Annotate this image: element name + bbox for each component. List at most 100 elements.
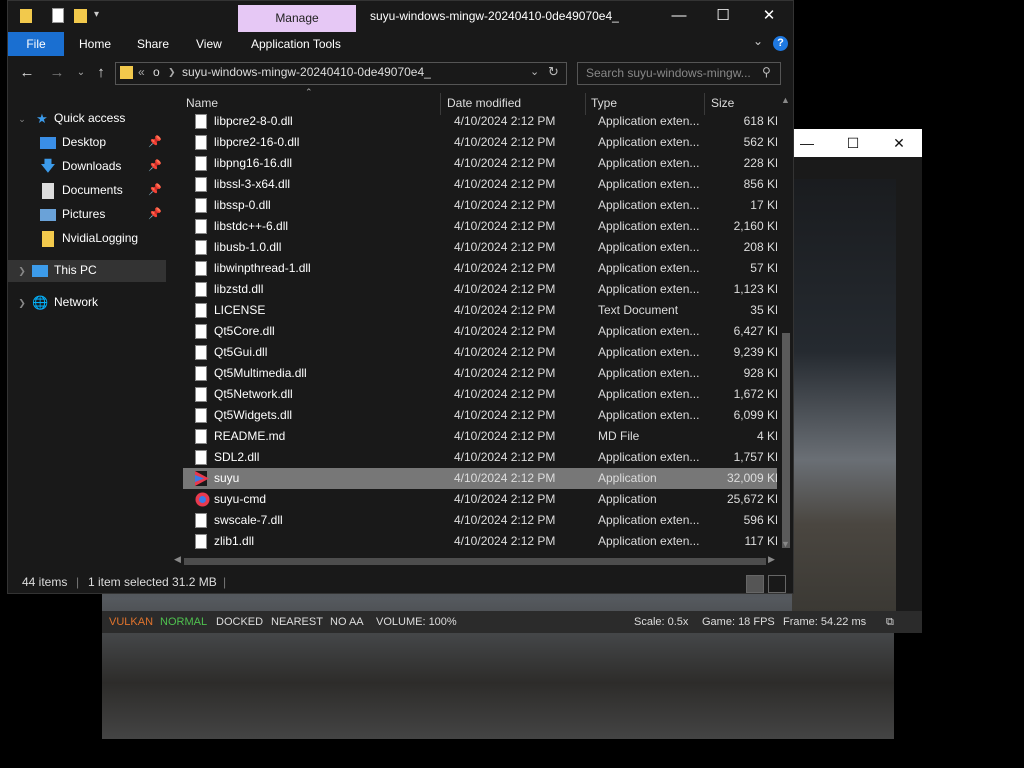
nav-desktop[interactable]: Desktop 📌 <box>8 132 166 154</box>
table-row[interactable]: SDL2.dll 4/10/2024 2:12 PM Application ext… <box>183 447 777 468</box>
column-date-modified[interactable]: Date modified <box>447 96 521 110</box>
scroll-up-icon[interactable]: ▲ <box>781 95 790 105</box>
forward-icon[interactable]: → <box>46 62 68 84</box>
cell-type: Text Document <box>598 303 679 317</box>
scrollbar-thumb[interactable] <box>184 558 766 565</box>
table-row[interactable]: libpng16-16.dll 4/10/2024 2:12 PM Applicat… <box>183 153 777 174</box>
refresh-icon[interactable]: ↻ <box>548 64 559 80</box>
game-render-visible-area[interactable] <box>792 179 896 611</box>
table-row[interactable]: libstdc++-6.dll 4/10/2024 2:12 PM Applicat… <box>183 216 777 237</box>
address-overflow[interactable]: « <box>138 65 145 79</box>
scroll-right-icon[interactable]: ▶ <box>768 554 775 565</box>
up-icon[interactable]: ↑ <box>90 62 112 84</box>
column-type[interactable]: Type <box>591 96 617 110</box>
recent-locations-icon[interactable]: ⌄ <box>70 62 92 84</box>
nav-documents[interactable]: Documents 📌 <box>8 180 166 202</box>
table-row[interactable]: suyu-cmd 4/10/2024 2:12 PM Application 25,6… <box>183 489 777 510</box>
table-row[interactable]: zlib1.dll 4/10/2024 2:12 PM Application ex… <box>183 531 777 552</box>
cell-type: Application exten... <box>598 240 700 254</box>
mode-status[interactable]: NORMAL <box>160 611 207 633</box>
cell-name: libstdc++-6.dll <box>214 219 289 233</box>
close-button[interactable]: ✕ <box>746 1 792 31</box>
emulator-close-button[interactable]: ✕ <box>876 129 922 157</box>
address-bar[interactable]: « o ❯ suyu-windows-mingw-20240410-0de490… <box>115 62 567 85</box>
tab-file[interactable]: File <box>8 32 64 56</box>
breadcrumb-parent[interactable]: o <box>153 65 160 79</box>
expand-chevron-icon[interactable]: ❯ <box>14 295 30 311</box>
nav-nvidialogging[interactable]: NvidiaLogging <box>8 228 166 250</box>
details-view-icon[interactable] <box>746 575 764 593</box>
large-icons-view-icon[interactable] <box>768 575 786 593</box>
scrollbar-thumb[interactable] <box>782 333 790 548</box>
horizontal-scrollbar[interactable]: ◀ ▶ <box>172 554 778 568</box>
table-row[interactable]: Qt5Multimedia.dll 4/10/2024 2:12 PM Applic… <box>183 363 777 384</box>
breadcrumb-current[interactable]: suyu-windows-mingw-20240410-0de49070e4_ <box>182 65 431 79</box>
table-row[interactable]: Qt5Core.dll 4/10/2024 2:12 PM Application … <box>183 321 777 342</box>
table-row[interactable]: libwinpthread-1.dll 4/10/2024 2:12 PM Appl… <box>183 258 777 279</box>
expand-ribbon-icon[interactable]: ⌄ <box>753 34 763 48</box>
aa-status[interactable]: NO AA <box>330 611 364 633</box>
vertical-scrollbar[interactable]: ▲ ▼ <box>779 93 793 564</box>
table-row[interactable]: Qt5Network.dll 4/10/2024 2:12 PM Applicati… <box>183 384 777 405</box>
help-icon[interactable]: ? <box>773 36 788 51</box>
cell-type: Application exten... <box>598 198 700 212</box>
collapse-chevron-icon[interactable]: ⌄ <box>14 111 30 127</box>
table-row[interactable]: libpcre2-16-0.dll 4/10/2024 2:12 PM Applic… <box>183 132 777 153</box>
download-icon: 🡇 <box>40 158 56 175</box>
tab-application-tools[interactable]: Application Tools <box>251 32 341 56</box>
table-row[interactable]: Qt5Gui.dll 4/10/2024 2:12 PM Application e… <box>183 342 777 363</box>
new-folder-icon[interactable] <box>74 9 87 23</box>
nav-downloads[interactable]: 🡇 Downloads 📌 <box>8 156 166 178</box>
scroll-left-icon[interactable]: ◀ <box>174 554 181 565</box>
tab-view[interactable]: View <box>196 32 222 56</box>
cell-type: MD File <box>598 429 640 443</box>
search-box[interactable]: Search suyu-windows-mingw... ⚲ <box>577 62 781 85</box>
column-name[interactable]: Name <box>186 96 218 110</box>
table-row[interactable]: libpcre2-8-0.dll 4/10/2024 2:12 PM Applica… <box>183 111 777 132</box>
expand-chevron-icon[interactable]: ❯ <box>14 263 30 279</box>
cell-type: Application exten... <box>598 261 700 275</box>
pin-icon: 📌 <box>148 136 162 148</box>
column-size[interactable]: Size <box>711 96 734 110</box>
cell-type: Application exten... <box>598 324 700 338</box>
multiwindow-icon[interactable]: ⧉ <box>886 611 894 633</box>
search-input[interactable]: Search suyu-windows-mingw... <box>586 66 756 80</box>
nav-pictures[interactable]: Pictures 📌 <box>8 204 166 226</box>
properties-icon[interactable] <box>52 8 64 23</box>
pin-icon: 📌 <box>148 160 162 172</box>
table-row[interactable]: libssp-0.dll 4/10/2024 2:12 PM Application… <box>183 195 777 216</box>
scroll-down-icon[interactable]: ▼ <box>781 539 790 549</box>
address-dropdown-icon[interactable]: ⌄ <box>530 65 539 78</box>
table-row[interactable]: libzstd.dll 4/10/2024 2:12 PM Application … <box>183 279 777 300</box>
table-row[interactable]: Qt5Widgets.dll 4/10/2024 2:12 PM Applicati… <box>183 405 777 426</box>
navigation-pane: ⌄ ★ Quick access Desktop 📌 🡇 Downloads 📌… <box>8 96 166 566</box>
back-icon[interactable]: ← <box>16 62 38 84</box>
table-row[interactable]: suyu 4/10/2024 2:12 PM Application 32,009 K… <box>183 468 777 489</box>
cell-type: Application exten... <box>598 450 700 464</box>
emulator-maximize-button[interactable]: ☐ <box>830 129 876 157</box>
dock-status[interactable]: DOCKED <box>216 611 263 633</box>
minimize-button[interactable]: — <box>656 1 702 31</box>
file-icon <box>195 303 207 318</box>
table-row[interactable]: libusb-1.0.dll 4/10/2024 2:12 PM Applicati… <box>183 237 777 258</box>
maximize-button[interactable]: ☐ <box>700 1 746 31</box>
nav-this-pc[interactable]: ❯ This PC <box>8 260 166 282</box>
emulator-statusbar: VULKAN NORMAL DOCKED NEAREST NO AA VOLUM… <box>102 611 922 633</box>
table-row[interactable]: README.md 4/10/2024 2:12 PM MD File 4 KB <box>183 426 777 447</box>
tab-home[interactable]: Home <box>79 32 111 56</box>
tab-share[interactable]: Share <box>137 32 169 56</box>
table-row[interactable]: LICENSE 4/10/2024 2:12 PM Text Document 35 … <box>183 300 777 321</box>
breadcrumb-chevron-icon[interactable]: ❯ <box>168 67 176 78</box>
nav-quick-access[interactable]: ⌄ ★ Quick access <box>8 108 166 130</box>
customize-qat-icon[interactable]: ▾ <box>94 9 99 20</box>
file-explorer-window: ▾ Manage suyu-windows-mingw-20240410-0de… <box>7 0 794 594</box>
table-row[interactable]: libssl-3-x64.dll 4/10/2024 2:12 PM Applica… <box>183 174 777 195</box>
filter-status[interactable]: NEAREST <box>271 611 323 633</box>
table-row[interactable]: swscale-7.dll 4/10/2024 2:12 PM Applicatio… <box>183 510 777 531</box>
cell-date: 4/10/2024 2:12 PM <box>454 156 556 170</box>
api-status[interactable]: VULKAN <box>109 611 153 633</box>
cell-size: 117 KB <box>744 534 777 548</box>
volume-status[interactable]: VOLUME: 100% <box>376 611 457 633</box>
tab-manage[interactable]: Manage <box>238 5 356 32</box>
nav-network[interactable]: ❯ 🌐 Network <box>8 292 166 314</box>
